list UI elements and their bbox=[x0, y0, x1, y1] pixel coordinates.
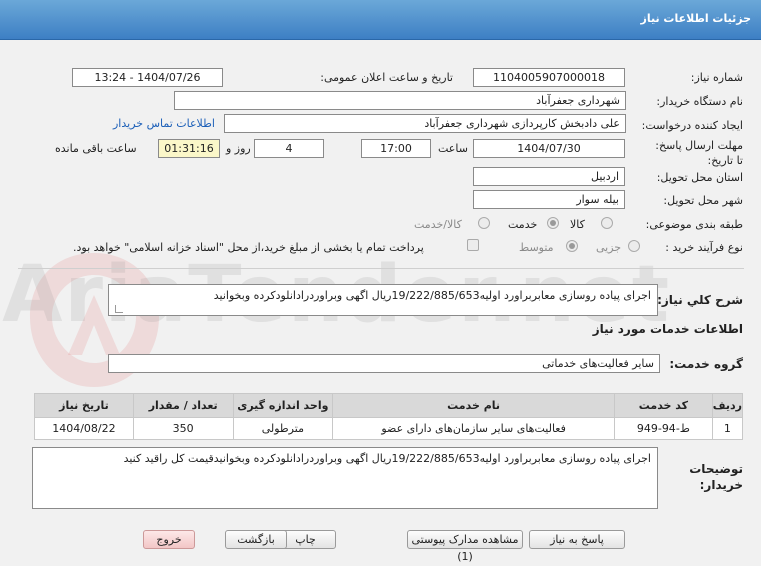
cell-row-number: 1 bbox=[711, 417, 744, 440]
need-number-field: 1104005907000018 bbox=[473, 68, 625, 87]
col-header-service-name: نام خدمت bbox=[332, 393, 616, 418]
back-button[interactable]: بازگشت bbox=[225, 530, 287, 549]
description-label: شرح کلي نياز: bbox=[657, 293, 743, 307]
deadline-label: مهلت ارسال پاسخ: تا تاریخ: bbox=[655, 139, 743, 167]
service-group-field: سایر فعالیت‌های خدماتی bbox=[108, 354, 660, 373]
cell-service-name: فعالیت‌های سایر سازمان‌های دارای عضو bbox=[332, 417, 616, 440]
province-label: استان محل تحویل: bbox=[656, 171, 743, 184]
purchase-type-label: نوع فرآیند خرید : bbox=[665, 241, 743, 254]
deadline-time-field: 17:00 bbox=[361, 139, 431, 158]
col-header-unit: واحد اندازه گیری bbox=[232, 393, 334, 418]
purchase-option-medium: متوسط bbox=[519, 241, 554, 254]
category-option-service: خدمت bbox=[508, 218, 538, 231]
description-text: اجرای پیاده روسازی معابربراورد اولیه19/2… bbox=[213, 289, 651, 302]
deadline-days-label: روز و bbox=[226, 142, 251, 155]
announce-datetime-field: 1404/07/26 - 13:24 bbox=[72, 68, 223, 87]
remaining-time-label: ساعت باقی مانده bbox=[55, 142, 137, 155]
exit-button[interactable]: خروج bbox=[143, 530, 195, 549]
category-option-goods: کالا bbox=[570, 218, 585, 231]
deadline-days-field: 4 bbox=[254, 139, 324, 158]
attachments-button[interactable]: مشاهده مدارک پیوستی (1) bbox=[407, 530, 523, 563]
category-radio-goods[interactable] bbox=[601, 217, 613, 229]
remaining-time-field: 01:31:16 bbox=[158, 139, 220, 158]
buyer-org-label: نام دستگاه خریدار: bbox=[656, 95, 743, 108]
cell-quantity: 350 bbox=[132, 417, 234, 440]
service-group-label: گروه خدمت: bbox=[669, 357, 743, 371]
table-row: 1 ط-94-949 فعالیت‌های سایر سازمان‌های دا… bbox=[34, 417, 744, 440]
resize-handle-icon[interactable] bbox=[115, 305, 123, 313]
announce-datetime-label: تاریخ و ساعت اعلان عمومی: bbox=[320, 71, 453, 84]
province-field: اردبیل bbox=[473, 167, 625, 186]
purchase-radio-medium[interactable] bbox=[566, 240, 578, 252]
col-header-service-code: کد خدمت bbox=[614, 393, 713, 418]
buyer-notes-text: اجرای پیاده روسازی معابربراورد اولیه19/2… bbox=[123, 452, 651, 465]
cell-service-code: ط-94-949 bbox=[614, 417, 713, 440]
requester-label: ایجاد کننده درخواست: bbox=[641, 119, 743, 132]
buyer-notes-label: توضیحات خریدار: bbox=[689, 462, 743, 492]
city-label: شهر محل تحویل: bbox=[663, 194, 743, 207]
page-title: جزئیات اطلاعات نیاز bbox=[640, 12, 752, 25]
buyer-notes-field: اجرای پیاده روسازی معابربراورد اولیه19/2… bbox=[32, 447, 658, 509]
col-header-row-number: ردیف bbox=[711, 393, 744, 418]
table-header-row: ردیف کد خدمت نام خدمت واحد اندازه گیری ت… bbox=[34, 393, 744, 418]
reply-button[interactable]: پاسخ به نیاز bbox=[529, 530, 625, 549]
category-radio-goods-service[interactable] bbox=[478, 217, 490, 229]
purchase-radio-minor[interactable] bbox=[628, 240, 640, 252]
buyer-contact-link[interactable]: اطلاعات تماس خریدار bbox=[113, 117, 215, 130]
treasury-payment-checkbox[interactable] bbox=[467, 239, 479, 251]
need-number-label: شماره نیاز: bbox=[690, 71, 743, 84]
cell-need-date: 1404/08/22 bbox=[34, 417, 134, 440]
requester-field: علی دادبخش کارپردازی شهرداری جعفرآباد bbox=[224, 114, 626, 133]
col-header-quantity: تعداد / مقدار bbox=[132, 393, 234, 418]
purchase-option-minor: جزیی bbox=[596, 241, 622, 254]
col-header-need-date: تاریخ نیاز bbox=[34, 393, 134, 418]
category-label: طبقه بندی موضوعی: bbox=[645, 218, 743, 231]
services-section-title: اطلاعات خدمات مورد نیاز bbox=[592, 322, 743, 336]
cell-unit: مترطولی bbox=[232, 417, 334, 440]
treasury-payment-note: پرداخت تمام یا بخشی از مبلغ خرید،از محل … bbox=[73, 241, 424, 254]
category-option-goods-service: کالا/خدمت bbox=[414, 218, 462, 231]
city-field: بیله سوار bbox=[473, 190, 625, 209]
services-table: ردیف کد خدمت نام خدمت واحد اندازه گیری ت… bbox=[34, 393, 744, 440]
buyer-org-field: شهرداری جعفرآباد bbox=[174, 91, 626, 110]
deadline-time-label: ساعت bbox=[438, 142, 468, 155]
category-radio-service[interactable] bbox=[547, 217, 559, 229]
deadline-date-field: 1404/07/30 bbox=[473, 139, 625, 158]
description-field: اجرای پیاده روسازی معابربراورد اولیه19/2… bbox=[108, 284, 658, 316]
section-divider bbox=[18, 268, 744, 269]
